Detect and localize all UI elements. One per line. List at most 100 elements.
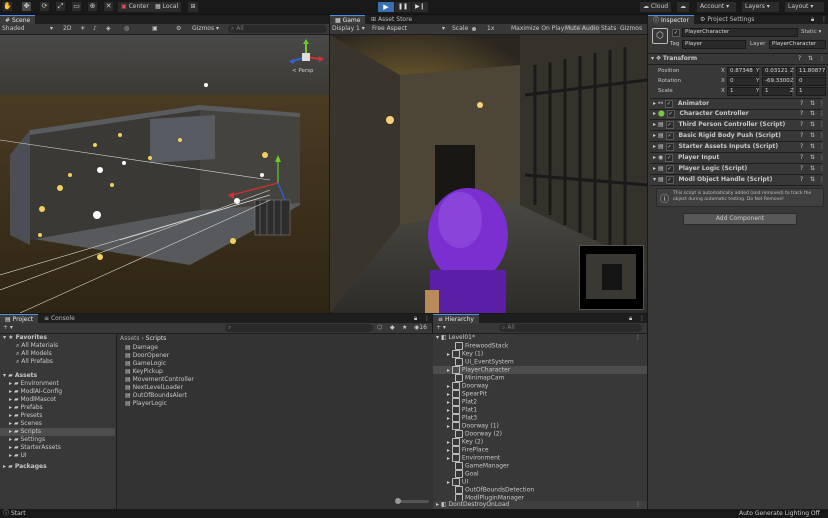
status-start[interactable]: ⓘ Start (3, 509, 26, 518)
pivot-local-button[interactable]: ▦ Local (152, 2, 182, 12)
component-enabled-checkbox[interactable]: ✓ (665, 153, 674, 162)
tab-inspector[interactable]: ⓘ Inspector (648, 15, 694, 25)
help-icon[interactable]: ? (800, 164, 803, 174)
game-viewport[interactable] (330, 35, 647, 313)
help-icon[interactable]: ? (800, 99, 803, 109)
transform-tool-icon[interactable]: ⊕ (88, 2, 97, 11)
gizmos-dropdown[interactable]: Gizmos ▾ (192, 25, 219, 33)
folder-item[interactable]: ▸ ▰ Settings (0, 436, 115, 444)
component-enabled-checkbox[interactable]: ✓ (664, 99, 673, 108)
hierarchy-item[interactable]: ▸ Key (2) (433, 438, 647, 446)
scene-orientation-gizmo[interactable]: < Persp (288, 39, 324, 79)
display-dropdown[interactable]: Display 1 ▾ (332, 25, 366, 33)
scene-viewport[interactable]: < Persp (0, 35, 329, 313)
search-by-type-icon[interactable]: ⬡ (377, 324, 382, 332)
object-name-field[interactable]: PlayerCharacter (682, 28, 798, 37)
component-player-logic[interactable]: ▸ ▤ ✓ Player Logic (Script) ? ⇅ ⋮ (650, 164, 825, 175)
hierarchy-item[interactable]: ▸ SpearPit (433, 390, 647, 398)
scale-tool-icon[interactable]: ⤢ (56, 2, 65, 11)
folder-item[interactable]: ▸ ▰ Scenes (0, 420, 115, 428)
kebab-menu-icon[interactable]: ⋮ (635, 501, 641, 509)
folder-item[interactable]: ▸ ▰ Prefabs (0, 404, 115, 412)
static-toggle[interactable]: Static ▾ (801, 28, 821, 37)
folder-item-selected[interactable]: ▸ ▰ Scripts (0, 428, 115, 436)
hierarchy-item[interactable]: Goal (433, 470, 647, 478)
add-asset-button[interactable]: + ▾ (3, 324, 13, 332)
file-item[interactable]: ▤ NextLevelLoader (117, 384, 433, 392)
component-enabled-checkbox[interactable]: ✓ (665, 164, 674, 173)
tab-asset-store[interactable]: ⊞ Asset Store (366, 15, 417, 24)
collab-button[interactable]: ☁ (677, 2, 689, 12)
help-icon[interactable]: ? (800, 153, 803, 163)
folder-item[interactable]: ▸ ▰ Presets (0, 412, 115, 420)
camera-settings-icon[interactable]: ▣ (152, 25, 158, 33)
hierarchy-item[interactable]: ▸ Key (1) (433, 350, 647, 358)
scale-y-field[interactable]: 1 (762, 87, 792, 96)
component-menu-icon[interactable]: ⋮ (819, 175, 825, 185)
layer-dropdown[interactable]: PlayerCharacter (769, 40, 826, 49)
hidden-objects-icon[interactable]: ◎ (124, 25, 129, 33)
presets-icon[interactable]: ⇅ (810, 142, 815, 152)
transform-header[interactable]: ▾ ✥ Transform ? ⇅ ⋮ (648, 53, 828, 65)
mute-audio-toggle[interactable]: Mute Audio (564, 25, 600, 33)
scene-root[interactable]: ▾ ◧ Level01* ⋮ (433, 334, 647, 342)
effects-toggle-icon[interactable]: ◈ (106, 25, 111, 33)
breadcrumb-assets[interactable]: Assets (120, 335, 140, 342)
lock-icon[interactable]: 🔒︎ (629, 315, 632, 323)
rotate-tool-icon[interactable]: ⟳ (40, 2, 49, 11)
component-menu-icon[interactable]: ⋮ (819, 54, 825, 64)
folder-item[interactable]: ▸ ▰ ModlMascot (0, 396, 115, 404)
folder-item[interactable]: ▸ ▰ ModlAI-Config (0, 388, 115, 396)
position-y-field[interactable]: 0.03121 (762, 67, 792, 76)
lighting-toggle-icon[interactable]: ☀ (80, 25, 85, 33)
aspect-dropdown[interactable]: Free Aspect ▾ (372, 25, 448, 33)
hierarchy-item[interactable]: ▸ UI (433, 478, 647, 486)
hierarchy-item[interactable]: OutOfBoundsDetection (433, 486, 647, 494)
component-menu-icon[interactable]: ⋮ (819, 142, 825, 152)
icon-size-slider[interactable] (395, 498, 429, 504)
rect-tool-icon[interactable]: ▭ (72, 2, 81, 11)
gizmos-toggle[interactable]: Gizmos (620, 25, 642, 33)
component-modl-object-handle[interactable]: ▾ ▤ ✓ Modl Object Handle (Script) ? ⇅ ⋮ (650, 175, 825, 186)
favorite-item[interactable]: ⌕ All Models (0, 350, 115, 358)
scale-x-field[interactable]: 1 (727, 87, 759, 96)
presets-icon[interactable]: ⇅ (808, 54, 813, 64)
tab-console[interactable]: ≡ Console (39, 314, 80, 323)
scene-search-input[interactable]: ⌕ All (228, 25, 327, 33)
component-menu-icon[interactable]: ⋮ (819, 153, 825, 163)
file-item[interactable]: ▤ Damage (117, 344, 433, 352)
shading-dropdown[interactable]: Shaded ▾ (2, 25, 56, 33)
help-icon[interactable]: ? (800, 109, 803, 119)
hierarchy-item[interactable]: ▸ Plat3 (433, 414, 647, 422)
hierarchy-item[interactable]: ▸ Environment (433, 454, 647, 462)
help-icon[interactable]: ? (798, 54, 801, 64)
tag-dropdown[interactable]: Player (682, 40, 746, 49)
component-third-person-controller[interactable]: ▸ ▤ ✓ Third Person Controller (Script) ?… (650, 120, 825, 131)
hierarchy-item[interactable]: GameManager (433, 462, 647, 470)
hand-tool-icon[interactable]: ✋ (3, 2, 12, 11)
presets-icon[interactable]: ⇅ (810, 99, 815, 109)
folder-item[interactable]: ▸ ▰ UI (0, 452, 115, 460)
file-item[interactable]: ▤ GameLogic (117, 360, 433, 368)
create-object-button[interactable]: + ▾ (436, 324, 446, 332)
account-dropdown[interactable]: Account ▾ (697, 2, 736, 12)
packages-header[interactable]: ▸ ▰ Packages (0, 463, 115, 471)
hierarchy-item-selected[interactable]: ▸ PlayerCharacter (433, 366, 647, 374)
hierarchy-item[interactable]: MinimapCam (433, 374, 647, 382)
folder-item[interactable]: ▸ ▰ StarterAssets (0, 444, 115, 452)
component-character-controller[interactable]: ▸ ⬤ ✓ Character Controller ? ⇅ ⋮ (650, 109, 825, 120)
hierarchy-item[interactable]: Doorway (2) (433, 430, 647, 438)
audio-toggle-icon[interactable]: ♪ (93, 25, 97, 33)
pause-button[interactable]: ❚❚ (395, 2, 411, 12)
presets-icon[interactable]: ⇅ (810, 109, 815, 119)
rotation-y-field[interactable]: -69.3300 (762, 77, 792, 86)
slider-handle[interactable] (395, 498, 401, 504)
stats-toggle[interactable]: Stats (601, 25, 616, 33)
position-x-field[interactable]: 0.87348 (727, 67, 759, 76)
favorite-star-icon[interactable]: ★ (402, 324, 407, 332)
kebab-menu-icon[interactable]: ⋮ (635, 334, 641, 342)
component-player-input[interactable]: ▸ ◉ ✓ Player Input ? ⇅ ⋮ (650, 153, 825, 164)
file-item[interactable]: ▤ MovementController (117, 376, 433, 384)
hierarchy-search-input[interactable]: ⌕ All (499, 324, 642, 332)
cloud-button[interactable]: ☁ Cloud (640, 2, 672, 12)
